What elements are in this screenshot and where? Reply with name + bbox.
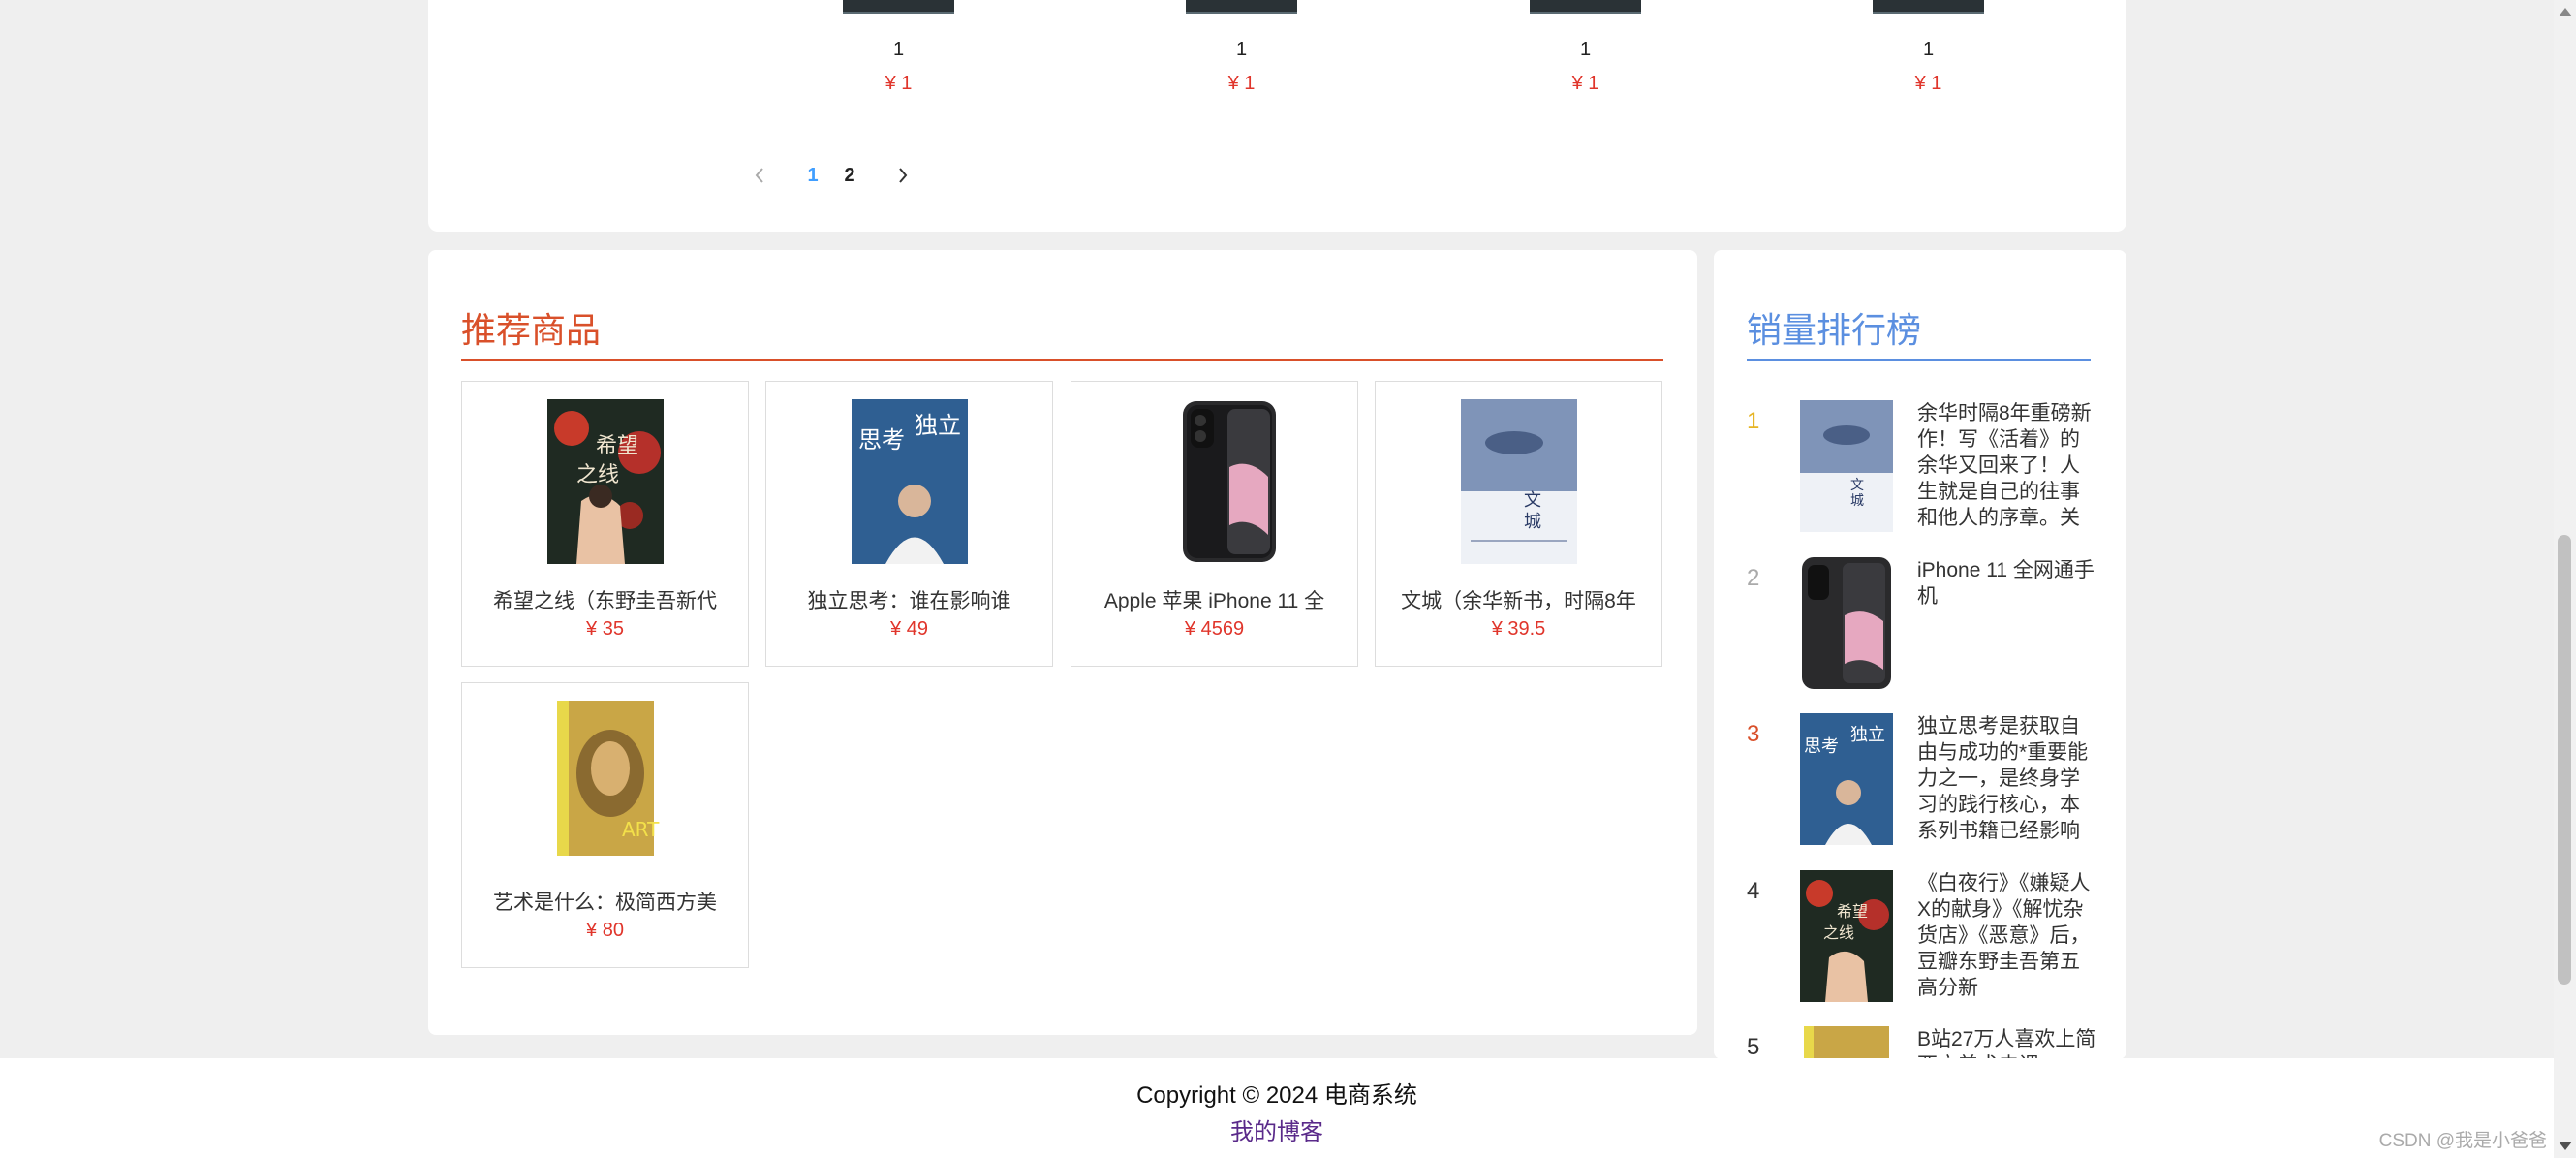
product-price: ¥ 35 (586, 618, 624, 640)
rank-number: 2 (1747, 565, 1760, 591)
product-card[interactable]: 独立 思考 独立思考：谁在影响谁 ¥ 49 (765, 381, 1053, 667)
product-price: ¥ 49 (890, 618, 928, 640)
book-cover-image: 希望 之线 (546, 399, 664, 564)
prev-page-button[interactable] (752, 161, 767, 190)
svg-text:ART: ART (622, 818, 660, 841)
scroll-down-arrow-icon[interactable] (2559, 1142, 2572, 1150)
rank-description: 独立思考是获取自由与成功的*重要能力之一，是终身学习的践行核心，本系列书籍已经影… (1917, 715, 2089, 842)
product-name: 1 (1235, 39, 1248, 60)
product-name: 文城（余华新书，时隔8年 (1401, 590, 1636, 612)
product-tile[interactable]: 1 ¥ 1 (843, 0, 954, 95)
product-price: ¥ 1 (1227, 73, 1256, 94)
svg-text:城: 城 (1524, 512, 1541, 532)
svg-text:思考: 思考 (1804, 736, 1839, 757)
svg-text:独立: 独立 (1850, 725, 1885, 745)
watermark: CSDN @我是小爸爸 (2378, 1131, 2547, 1151)
next-page-button[interactable] (895, 161, 911, 190)
ranking-item[interactable]: 2 iPhone 11 全网通手机 (1747, 557, 2095, 703)
product-price: ¥ 4569 (1184, 618, 1245, 640)
book-cover-image: 希望 之线 (1800, 870, 1893, 1002)
ranking-item[interactable]: 5 B站27万人喜欢上简西方美术史课 (1747, 1026, 2095, 1059)
book-cover-image: 文 城 (1460, 399, 1577, 564)
page-button-1[interactable]: 1 (794, 165, 831, 187)
pagination: 1 2 (752, 161, 911, 190)
product-image (843, 0, 954, 14)
copyright-text: Copyright © 2024 电商系统 (1136, 1082, 1417, 1109)
book-cover-image (1804, 1026, 1889, 1059)
svg-text:城: 城 (1850, 493, 1864, 509)
blog-link[interactable]: 我的博客 (0, 1112, 2554, 1146)
iphone-image (1182, 401, 1276, 562)
sales-ranking-panel: 销量排行榜 1 文 城 余华时隔8年重磅新作！写《活着》的余华又回来了！人生就是… (1714, 250, 2126, 1059)
product-card[interactable]: Apple 苹果 iPhone 11 全 ¥ 4569 (1071, 381, 1358, 667)
recommended-panel: 推荐商品 希望 之线 希望之线（东野圭吾新代 ¥ 35 独立 思考 独立思考：谁… (428, 250, 1697, 1035)
svg-text:文: 文 (1850, 478, 1864, 493)
book-cover-image: 独立 思考 (1800, 713, 1893, 845)
book-cover-image: 文 城 (1800, 400, 1893, 532)
rank-number: 4 (1747, 878, 1760, 904)
svg-text:文: 文 (1524, 490, 1541, 511)
product-image (1186, 0, 1297, 14)
rank-description: iPhone 11 全网通手机 (1917, 559, 2095, 608)
product-name: 希望之线（东野圭吾新代 (493, 590, 717, 612)
rank-number: 1 (1747, 408, 1760, 434)
product-tile[interactable]: 1 ¥ 1 (1873, 0, 1984, 95)
ranking-item[interactable]: 1 文 城 余华时隔8年重磅新作！写《活着》的余华又回来了！人生就是自己的往事和… (1747, 400, 2095, 546)
title-divider (461, 359, 1663, 361)
book-cover-image: 独立 思考 (851, 399, 968, 564)
ranking-item[interactable]: 3 独立 思考 独立思考是获取自由与成功的*重要能力之一，是终身学习的践行核心，… (1747, 713, 2095, 859)
top-product-panel: 1 ¥ 1 1 ¥ 1 1 ¥ 1 1 ¥ 1 1 2 (428, 0, 2126, 232)
product-tile[interactable]: 1 ¥ 1 (1186, 0, 1297, 95)
product-price: ¥ 1 (1914, 73, 1942, 94)
title-divider (1747, 359, 2091, 361)
rank-description: B站27万人喜欢上简西方美术史课 (1917, 1028, 2096, 1059)
svg-text:独立: 独立 (915, 412, 961, 439)
product-name: 1 (1922, 39, 1935, 60)
chevron-left-icon (755, 168, 763, 183)
product-name: 独立思考：谁在影响谁 (807, 590, 1011, 612)
product-image (1530, 0, 1641, 14)
svg-text:希望: 希望 (1837, 902, 1868, 921)
product-name: 1 (892, 39, 905, 60)
recommended-title: 推荐商品 (461, 310, 602, 350)
rank-description: 余华时隔8年重磅新作！写《活着》的余华又回来了！人生就是自己的往事和他人的序章。… (1917, 402, 2092, 529)
chevron-right-icon (899, 168, 908, 183)
product-price: ¥ 1 (885, 73, 913, 94)
ranking-title: 销量排行榜 (1747, 310, 1922, 350)
product-price: ¥ 39.5 (1491, 618, 1546, 640)
product-card[interactable]: 希望 之线 希望之线（东野圭吾新代 ¥ 35 (461, 381, 749, 667)
rank-number: 5 (1747, 1034, 1760, 1059)
page-button-2[interactable]: 2 (831, 165, 868, 187)
product-tile[interactable]: 1 ¥ 1 (1530, 0, 1641, 95)
product-price: ¥ 80 (586, 920, 624, 941)
product-name: 艺术是什么：极简西方美 (493, 892, 717, 914)
svg-text:之线: 之线 (576, 463, 619, 487)
product-card[interactable]: ART 艺术是什么：极简西方美 ¥ 80 (461, 682, 749, 968)
book-cover-image: ART (556, 701, 660, 856)
product-name: 1 (1579, 39, 1592, 60)
footer: Copyright © 2024 电商系统 我的博客 (0, 1058, 2554, 1158)
scroll-up-arrow-icon[interactable] (2559, 8, 2572, 16)
svg-text:希望: 希望 (596, 434, 638, 458)
iphone-image (1802, 557, 1891, 689)
ranking-item[interactable]: 4 希望 之线 《白夜行》《嫌疑人X的献身》《解忧杂货店》《恶意》后，豆瓣东野圭… (1747, 870, 2095, 1016)
rank-description: 《白夜行》《嫌疑人X的献身》《解忧杂货店》《恶意》后，豆瓣东野圭吾第五高分新 (1917, 872, 2091, 999)
product-card[interactable]: 文 城 文城（余华新书，时隔8年 ¥ 39.5 (1375, 381, 1662, 667)
product-image (1873, 0, 1984, 14)
rank-number: 3 (1747, 721, 1760, 747)
svg-text:思考: 思考 (858, 426, 905, 454)
product-price: ¥ 1 (1571, 73, 1599, 94)
svg-text:之线: 之线 (1823, 923, 1854, 942)
page-scrollbar[interactable] (2554, 0, 2576, 1158)
product-name: Apple 苹果 iPhone 11 全 (1103, 590, 1325, 612)
scrollbar-thumb[interactable] (2558, 535, 2571, 985)
